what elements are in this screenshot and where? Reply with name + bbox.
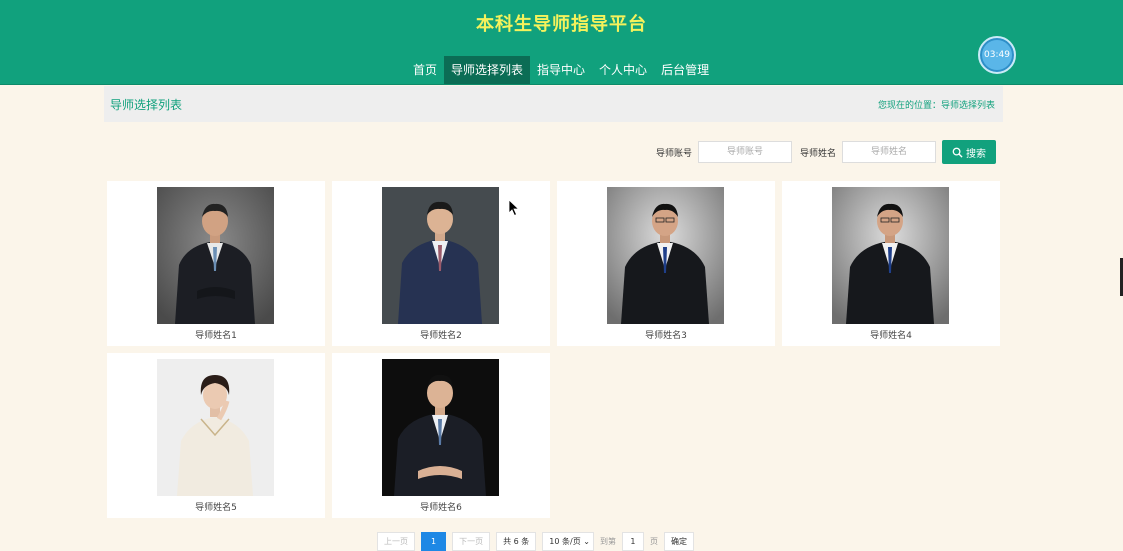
prev-page-button[interactable]: 上一页 bbox=[377, 531, 415, 551]
nav-mentor-list[interactable]: 导师选择列表 bbox=[444, 56, 531, 84]
mentor-name-4[interactable]: 导师姓名4 bbox=[782, 328, 1000, 341]
top-header: 本科生导师指导平台 首页 导师选择列表 指导中心 个人中心 后台管理 03:49 bbox=[0, 0, 1123, 85]
pagination: 上一页 1 下一页 共 6 条 10 条/页 ⌄ 到第 1 页 确定 bbox=[377, 531, 694, 551]
next-page-button[interactable]: 下一页 bbox=[452, 531, 491, 551]
name-search-input[interactable] bbox=[842, 141, 936, 163]
breadcrumb-bar: 导师选择列表 您现在的位置：导师选择列表 bbox=[104, 86, 1003, 122]
account-label: 导师账号 bbox=[655, 148, 692, 159]
search-icon bbox=[952, 147, 963, 158]
name-label: 导师姓名 bbox=[799, 148, 836, 159]
mentor-card-5[interactable]: 导师姓名5 bbox=[107, 353, 325, 518]
mentor-grid: 导师姓名1 导师姓名2 导师姓名3 导师姓名4 导师姓名5 导师姓名6 bbox=[107, 181, 1003, 518]
mentor-card-4[interactable]: 导师姓名4 bbox=[782, 181, 1000, 346]
page-number-current[interactable]: 1 bbox=[421, 531, 447, 551]
clock-badge: 03:49 bbox=[978, 36, 1016, 74]
mentor-card-3[interactable]: 导师姓名3 bbox=[557, 181, 775, 346]
total-count: 共 6 条 bbox=[496, 531, 537, 551]
breadcrumb-location: 您现在的位置：导师选择列表 bbox=[877, 101, 995, 111]
mentor-photo-6[interactable] bbox=[382, 359, 499, 496]
nav-personal-center[interactable]: 个人中心 bbox=[592, 56, 654, 84]
site-title: 本科生导师指导平台 bbox=[476, 14, 647, 35]
mentor-card-6[interactable]: 导师姓名6 bbox=[332, 353, 550, 518]
main-nav: 首页 导师选择列表 指导中心 个人中心 后台管理 bbox=[406, 56, 716, 84]
mentor-photo-2[interactable] bbox=[382, 187, 499, 324]
page-title: 导师选择列表 bbox=[110, 98, 183, 112]
jump-label: 到第 bbox=[599, 536, 616, 546]
jump-confirm-button[interactable]: 确定 bbox=[663, 531, 694, 551]
mentor-name-6[interactable]: 导师姓名6 bbox=[332, 500, 550, 513]
mentor-name-2[interactable]: 导师姓名2 bbox=[332, 328, 550, 341]
account-search-input[interactable] bbox=[697, 141, 792, 163]
mentor-card-1[interactable]: 导师姓名1 bbox=[107, 181, 325, 346]
mentor-name-3[interactable]: 导师姓名3 bbox=[557, 328, 775, 341]
page-unit-label: 页 bbox=[649, 536, 658, 546]
mouse-cursor-icon bbox=[508, 199, 520, 217]
chevron-down-icon: ⌄ bbox=[583, 536, 590, 546]
nav-home[interactable]: 首页 bbox=[406, 56, 444, 84]
page-size-value: 10 条/页 bbox=[549, 536, 581, 546]
nav-admin[interactable]: 后台管理 bbox=[654, 56, 716, 84]
mentor-photo-1[interactable] bbox=[157, 187, 274, 324]
mentor-photo-4[interactable] bbox=[832, 187, 949, 324]
search-button-label: 搜索 bbox=[966, 148, 986, 160]
search-bar: 导师账号 导师姓名 搜索 bbox=[656, 140, 996, 164]
page-size-select[interactable]: 10 条/页 ⌄ bbox=[542, 531, 594, 551]
mentor-name-1[interactable]: 导师姓名1 bbox=[107, 328, 325, 341]
mentor-photo-5[interactable] bbox=[157, 359, 274, 496]
jump-page-input[interactable]: 1 bbox=[621, 531, 644, 551]
search-button[interactable]: 搜索 bbox=[942, 140, 996, 164]
nav-guidance-center[interactable]: 指导中心 bbox=[530, 56, 592, 84]
mentor-name-5[interactable]: 导师姓名5 bbox=[107, 500, 325, 513]
mentor-photo-3[interactable] bbox=[607, 187, 724, 324]
